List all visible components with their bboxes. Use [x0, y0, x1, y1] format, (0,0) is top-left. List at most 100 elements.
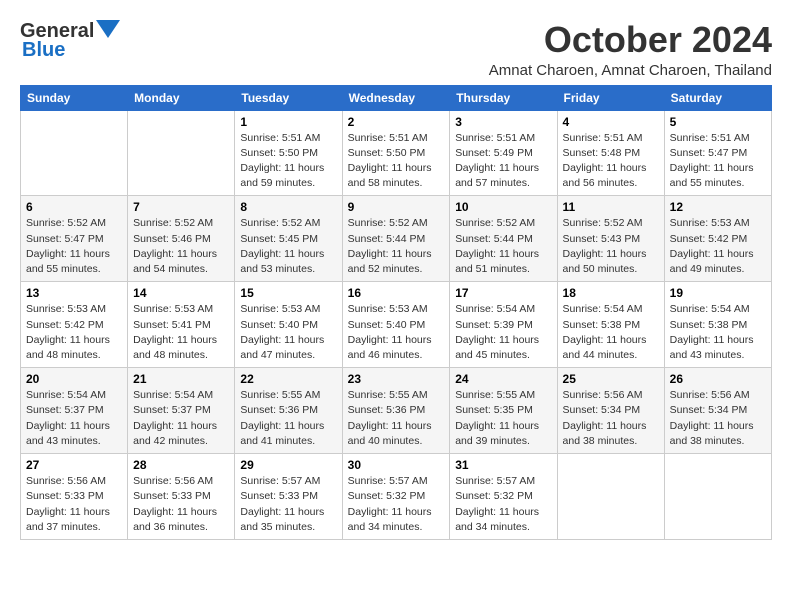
table-row: 31 Sunrise: 5:57 AMSunset: 5:32 PMDaylig…: [450, 454, 557, 540]
day-number: 4: [563, 115, 659, 129]
day-info: Sunrise: 5:53 AMSunset: 5:42 PMDaylight:…: [670, 217, 754, 275]
col-sunday: Sunday: [21, 85, 128, 110]
table-row: 7 Sunrise: 5:52 AMSunset: 5:46 PMDayligh…: [128, 196, 235, 282]
day-number: 1: [240, 115, 336, 129]
day-info: Sunrise: 5:56 AMSunset: 5:33 PMDaylight:…: [133, 475, 217, 533]
table-row: 19 Sunrise: 5:54 AMSunset: 5:38 PMDaylig…: [664, 282, 771, 368]
day-number: 20: [26, 372, 122, 386]
table-row: 1 Sunrise: 5:51 AMSunset: 5:50 PMDayligh…: [235, 110, 342, 196]
day-number: 26: [670, 372, 766, 386]
page-header: General Blue October 2024 Amnat Charoen,…: [20, 20, 772, 79]
day-number: 11: [563, 200, 659, 214]
day-number: 3: [455, 115, 551, 129]
day-number: 30: [348, 458, 445, 472]
day-info: Sunrise: 5:56 AMSunset: 5:33 PMDaylight:…: [26, 475, 110, 533]
table-row: [557, 454, 664, 540]
table-row: 22 Sunrise: 5:55 AMSunset: 5:36 PMDaylig…: [235, 368, 342, 454]
table-row: [664, 454, 771, 540]
day-info: Sunrise: 5:55 AMSunset: 5:36 PMDaylight:…: [240, 389, 324, 447]
logo: General Blue: [20, 20, 120, 62]
table-row: 14 Sunrise: 5:53 AMSunset: 5:41 PMDaylig…: [128, 282, 235, 368]
day-info: Sunrise: 5:52 AMSunset: 5:44 PMDaylight:…: [455, 217, 539, 275]
col-wednesday: Wednesday: [342, 85, 450, 110]
day-number: 6: [26, 200, 122, 214]
calendar-week-row: 20 Sunrise: 5:54 AMSunset: 5:37 PMDaylig…: [21, 368, 772, 454]
table-row: 12 Sunrise: 5:53 AMSunset: 5:42 PMDaylig…: [664, 196, 771, 282]
day-number: 29: [240, 458, 336, 472]
day-info: Sunrise: 5:53 AMSunset: 5:40 PMDaylight:…: [240, 303, 324, 361]
day-info: Sunrise: 5:51 AMSunset: 5:50 PMDaylight:…: [240, 132, 324, 190]
table-row: 23 Sunrise: 5:55 AMSunset: 5:36 PMDaylig…: [342, 368, 450, 454]
day-number: 5: [670, 115, 766, 129]
table-row: 11 Sunrise: 5:52 AMSunset: 5:43 PMDaylig…: [557, 196, 664, 282]
day-number: 8: [240, 200, 336, 214]
day-info: Sunrise: 5:57 AMSunset: 5:33 PMDaylight:…: [240, 475, 324, 533]
day-number: 7: [133, 200, 229, 214]
table-row: 15 Sunrise: 5:53 AMSunset: 5:40 PMDaylig…: [235, 282, 342, 368]
day-number: 22: [240, 372, 336, 386]
day-number: 2: [348, 115, 445, 129]
day-info: Sunrise: 5:55 AMSunset: 5:35 PMDaylight:…: [455, 389, 539, 447]
col-tuesday: Tuesday: [235, 85, 342, 110]
day-info: Sunrise: 5:51 AMSunset: 5:47 PMDaylight:…: [670, 132, 754, 190]
location-title: Amnat Charoen, Amnat Charoen, Thailand: [489, 62, 772, 79]
day-number: 27: [26, 458, 122, 472]
day-info: Sunrise: 5:51 AMSunset: 5:48 PMDaylight:…: [563, 132, 647, 190]
day-info: Sunrise: 5:55 AMSunset: 5:36 PMDaylight:…: [348, 389, 432, 447]
day-info: Sunrise: 5:52 AMSunset: 5:43 PMDaylight:…: [563, 217, 647, 275]
col-thursday: Thursday: [450, 85, 557, 110]
day-number: 24: [455, 372, 551, 386]
day-number: 10: [455, 200, 551, 214]
table-row: 8 Sunrise: 5:52 AMSunset: 5:45 PMDayligh…: [235, 196, 342, 282]
title-area: October 2024 Amnat Charoen, Amnat Charoe…: [489, 20, 772, 79]
day-info: Sunrise: 5:52 AMSunset: 5:46 PMDaylight:…: [133, 217, 217, 275]
day-info: Sunrise: 5:54 AMSunset: 5:38 PMDaylight:…: [563, 303, 647, 361]
day-info: Sunrise: 5:52 AMSunset: 5:47 PMDaylight:…: [26, 217, 110, 275]
calendar-week-row: 27 Sunrise: 5:56 AMSunset: 5:33 PMDaylig…: [21, 454, 772, 540]
day-number: 21: [133, 372, 229, 386]
table-row: 10 Sunrise: 5:52 AMSunset: 5:44 PMDaylig…: [450, 196, 557, 282]
day-info: Sunrise: 5:53 AMSunset: 5:40 PMDaylight:…: [348, 303, 432, 361]
table-row: 27 Sunrise: 5:56 AMSunset: 5:33 PMDaylig…: [21, 454, 128, 540]
col-saturday: Saturday: [664, 85, 771, 110]
day-info: Sunrise: 5:52 AMSunset: 5:44 PMDaylight:…: [348, 217, 432, 275]
col-monday: Monday: [128, 85, 235, 110]
day-info: Sunrise: 5:53 AMSunset: 5:42 PMDaylight:…: [26, 303, 110, 361]
table-row: 13 Sunrise: 5:53 AMSunset: 5:42 PMDaylig…: [21, 282, 128, 368]
day-number: 13: [26, 286, 122, 300]
calendar-week-row: 1 Sunrise: 5:51 AMSunset: 5:50 PMDayligh…: [21, 110, 772, 196]
day-number: 15: [240, 286, 336, 300]
col-friday: Friday: [557, 85, 664, 110]
day-number: 23: [348, 372, 445, 386]
day-info: Sunrise: 5:51 AMSunset: 5:49 PMDaylight:…: [455, 132, 539, 190]
table-row: 28 Sunrise: 5:56 AMSunset: 5:33 PMDaylig…: [128, 454, 235, 540]
logo-blue: Blue: [22, 39, 65, 62]
day-number: 19: [670, 286, 766, 300]
calendar-header-row: Sunday Monday Tuesday Wednesday Thursday…: [21, 85, 772, 110]
day-number: 16: [348, 286, 445, 300]
day-number: 14: [133, 286, 229, 300]
table-row: 17 Sunrise: 5:54 AMSunset: 5:39 PMDaylig…: [450, 282, 557, 368]
table-row: 20 Sunrise: 5:54 AMSunset: 5:37 PMDaylig…: [21, 368, 128, 454]
day-number: 28: [133, 458, 229, 472]
day-info: Sunrise: 5:57 AMSunset: 5:32 PMDaylight:…: [348, 475, 432, 533]
table-row: 5 Sunrise: 5:51 AMSunset: 5:47 PMDayligh…: [664, 110, 771, 196]
day-number: 9: [348, 200, 445, 214]
logo-arrow-icon: [96, 20, 120, 42]
day-info: Sunrise: 5:51 AMSunset: 5:50 PMDaylight:…: [348, 132, 432, 190]
table-row: 9 Sunrise: 5:52 AMSunset: 5:44 PMDayligh…: [342, 196, 450, 282]
calendar-week-row: 13 Sunrise: 5:53 AMSunset: 5:42 PMDaylig…: [21, 282, 772, 368]
day-number: 18: [563, 286, 659, 300]
table-row: 4 Sunrise: 5:51 AMSunset: 5:48 PMDayligh…: [557, 110, 664, 196]
day-number: 31: [455, 458, 551, 472]
day-info: Sunrise: 5:54 AMSunset: 5:37 PMDaylight:…: [26, 389, 110, 447]
day-info: Sunrise: 5:53 AMSunset: 5:41 PMDaylight:…: [133, 303, 217, 361]
table-row: 16 Sunrise: 5:53 AMSunset: 5:40 PMDaylig…: [342, 282, 450, 368]
table-row: 6 Sunrise: 5:52 AMSunset: 5:47 PMDayligh…: [21, 196, 128, 282]
table-row: 25 Sunrise: 5:56 AMSunset: 5:34 PMDaylig…: [557, 368, 664, 454]
table-row: 21 Sunrise: 5:54 AMSunset: 5:37 PMDaylig…: [128, 368, 235, 454]
calendar-week-row: 6 Sunrise: 5:52 AMSunset: 5:47 PMDayligh…: [21, 196, 772, 282]
day-number: 25: [563, 372, 659, 386]
month-title: October 2024: [489, 20, 772, 60]
table-row: [21, 110, 128, 196]
